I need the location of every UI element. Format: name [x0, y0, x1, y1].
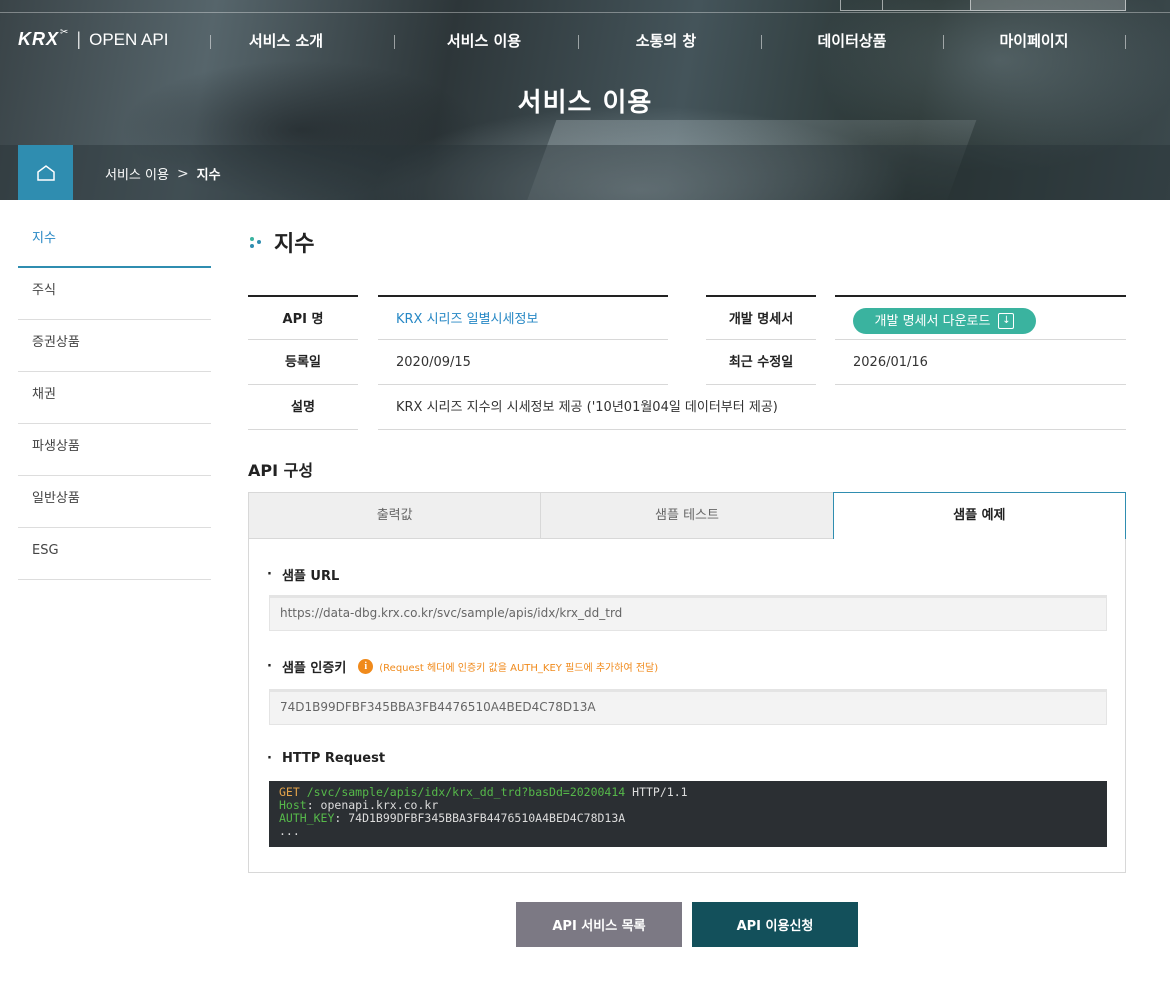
tab-sample-example[interactable]: 샘플 예제: [832, 492, 1126, 539]
utility-link-1[interactable]: [840, 0, 882, 11]
desc-value: KRX 시리즈 지수의 시세정보 제공 ('10년01월04일 데이터부터 제공…: [378, 385, 1126, 430]
tab-sample-test[interactable]: 샘플 테스트: [540, 492, 833, 539]
code-auth-value: : 74D1B99DFBF345BBA3FB4476510A4BED4C78D1…: [334, 811, 626, 825]
page-heading: 서비스 이용: [517, 88, 653, 118]
sidebar-item-general[interactable]: 일반상품: [18, 476, 211, 528]
bullet: ·: [267, 567, 272, 582]
bullet: ·: [267, 659, 272, 674]
global-nav: KRX ✂ | OPEN API 서비스 소개 서비스 이용 소통의 창 데이터…: [0, 12, 1170, 72]
logo-divider: |: [76, 29, 82, 49]
download-icon: ↓: [998, 313, 1015, 329]
api-tabs: 출력값 샘플 테스트 샘플 예제: [248, 492, 1126, 539]
spec-cell: 개발 명세서 다운로드 ↓: [835, 295, 1126, 340]
breadcrumb-item-current: 지수: [196, 168, 221, 183]
spec-label: 개발 명세서: [706, 295, 816, 340]
sample-panel: · 샘플 URL https://data-dbg.krx.co.kr/svc/…: [248, 539, 1126, 873]
sample-url-heading: · 샘플 URL: [267, 565, 339, 584]
home-button[interactable]: [18, 145, 73, 200]
utility-link-2[interactable]: [882, 0, 970, 11]
info-row: API 명 KRX 시리즈 일별시세정보 개발 명세서 개발 명세서 다운로드 …: [248, 295, 1126, 340]
api-list-button[interactable]: API 서비스 목록: [516, 902, 682, 947]
reg-date-label: 등록일: [248, 340, 358, 385]
breadcrumb-trail: 서비스 이용 > 지수: [105, 164, 221, 184]
mod-date-value: 2026/01/16: [835, 340, 1126, 385]
code-version: HTTP/1.1: [632, 785, 688, 799]
http-request-code[interactable]: GET /svc/sample/apis/idx/krx_dd_trd?basD…: [269, 781, 1107, 847]
sidebar-item-bond[interactable]: 채권: [18, 372, 211, 424]
section-title: API 구성: [248, 461, 314, 480]
sidebar-item-stock[interactable]: 주식: [18, 268, 211, 320]
breadcrumb: 서비스 이용 > 지수: [0, 145, 1170, 200]
action-buttons: API 서비스 목록 API 이용신청: [516, 902, 868, 947]
page-title: 지수: [274, 232, 315, 257]
logo-mark-icon: ✂: [60, 27, 69, 38]
sample-url-field[interactable]: https://data-dbg.krx.co.kr/svc/sample/ap…: [269, 595, 1107, 631]
nav-service-intro[interactable]: 서비스 소개: [216, 30, 356, 51]
breadcrumb-item-service-use[interactable]: 서비스 이용: [105, 164, 169, 183]
tab-output[interactable]: 출력값: [248, 492, 541, 539]
code-line-ellipsis: ...: [279, 824, 300, 838]
reg-date-value: 2020/09/15: [378, 340, 668, 385]
logo-product: OPEN API: [89, 29, 169, 49]
content-title: 지수: [248, 222, 1126, 262]
http-request-title: HTTP Request: [281, 751, 386, 766]
sample-url-title: 샘플 URL: [281, 569, 340, 584]
logo-brand: KRX: [18, 29, 60, 49]
sidebar-item-securities[interactable]: 증권상품: [18, 320, 211, 372]
utility-bar: [840, 0, 1126, 11]
info-row: 등록일 2020/09/15 최근 수정일 2026/01/16: [248, 340, 1126, 385]
sample-key-title: 샘플 인증키: [281, 661, 347, 676]
nav-community[interactable]: 소통의 창: [596, 30, 736, 51]
code-path: /svc/sample/apis/idx/krx_dd_trd?basDd=20…: [306, 785, 626, 799]
sample-key-note: i (Request 헤더에 인증키 값을 AUTH_KEY 필드에 추가하여 …: [358, 659, 658, 674]
nav-divider: [1125, 35, 1126, 49]
nav-divider: [578, 35, 579, 49]
code-host-value: : openapi.krx.co.kr: [306, 798, 439, 812]
mod-date-label: 최근 수정일: [706, 340, 816, 385]
code-host-key: Host: [279, 798, 307, 812]
api-name-label: API 명: [248, 295, 358, 340]
sample-key-note-text: (Request 헤더에 인증키 값을 AUTH_KEY 필드에 추가하여 전달…: [379, 663, 659, 674]
nav-divider: [394, 35, 395, 49]
sample-key-heading: · 샘플 인증키 i (Request 헤더에 인증키 값을 AUTH_KEY …: [267, 657, 658, 676]
main-content: 지수 API 명 KRX 시리즈 일별시세정보 개발 명세서 개발 명세서 다운…: [248, 222, 1126, 947]
api-apply-button[interactable]: API 이용신청: [692, 902, 858, 947]
api-name-link[interactable]: KRX 시리즈 일별시세정보: [396, 312, 538, 327]
chevron-right-icon: >: [176, 165, 189, 182]
sidebar-item-esg[interactable]: ESG: [18, 528, 211, 580]
sidebar-item-derivatives[interactable]: 파생상품: [18, 424, 211, 476]
sidebar: 지수 주식 증권상품 채권 파생상품 일반상품 ESG: [18, 216, 211, 580]
utility-link-3[interactable]: [970, 0, 1126, 11]
nav-divider: [210, 35, 211, 49]
code-auth-key: AUTH_KEY: [279, 811, 335, 825]
site-logo[interactable]: KRX ✂ | OPEN API: [18, 27, 169, 50]
nav-mypage[interactable]: 마이페이지: [964, 30, 1104, 51]
nav-service-use[interactable]: 서비스 이용: [414, 30, 554, 51]
spec-download-button[interactable]: 개발 명세서 다운로드 ↓: [853, 308, 1036, 334]
nav-divider: [943, 35, 944, 49]
api-info-table: API 명 KRX 시리즈 일별시세정보 개발 명세서 개발 명세서 다운로드 …: [248, 295, 1126, 430]
nav-data-products[interactable]: 데이터상품: [782, 30, 922, 51]
hero-banner: KRX ✂ | OPEN API 서비스 소개 서비스 이용 소통의 창 데이터…: [0, 0, 1170, 200]
bullet: ·: [267, 751, 272, 766]
http-request-heading: · HTTP Request: [267, 751, 385, 766]
api-name-cell: KRX 시리즈 일별시세정보: [378, 295, 668, 340]
info-row: 설명 KRX 시리즈 지수의 시세정보 제공 ('10년01월04일 데이터부터…: [248, 385, 1126, 430]
sample-key-field[interactable]: 74D1B99DFBF345BBA3FB4476510A4BED4C78D13A: [269, 689, 1107, 725]
nav-divider: [761, 35, 762, 49]
spec-download-label: 개발 명세서 다운로드: [874, 313, 991, 329]
code-line-auth: AUTH_KEY: 74D1B99DFBF345BBA3FB4476510A4B…: [279, 812, 1097, 825]
title-dots-icon: [248, 234, 268, 250]
home-icon: [36, 164, 55, 181]
info-icon: i: [358, 659, 374, 674]
desc-label: 설명: [248, 385, 358, 430]
sidebar-item-index[interactable]: 지수: [18, 216, 211, 268]
code-method: GET: [279, 785, 300, 799]
